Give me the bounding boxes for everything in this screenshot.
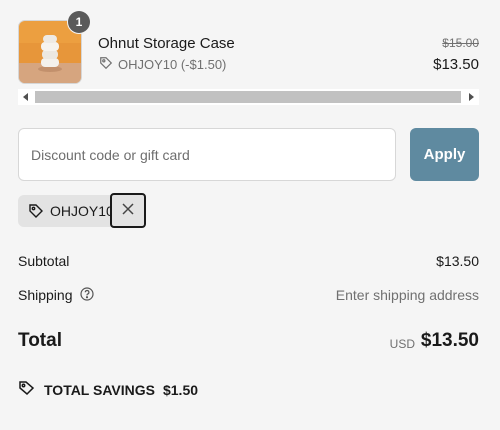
- apply-button[interactable]: Apply: [410, 128, 479, 181]
- savings-value: $1.50: [162, 381, 199, 398]
- product-name: Ohnut Storage Case: [98, 35, 235, 52]
- horizontal-scrollbar[interactable]: [18, 89, 479, 105]
- applied-code-label: OHJOY10: [50, 203, 114, 219]
- scroll-right-icon[interactable]: [463, 89, 479, 105]
- product-discount: OHJOY10 (-$1.50): [99, 56, 226, 73]
- discount-code-input[interactable]: [18, 128, 396, 181]
- close-icon: [122, 202, 134, 220]
- final-price: $13.50: [433, 56, 479, 73]
- help-circle-icon[interactable]: [80, 287, 94, 306]
- quantity-badge: 1: [68, 11, 90, 33]
- original-price: $15.00: [442, 36, 479, 50]
- subtotal-label: Subtotal: [18, 253, 70, 269]
- total-currency: USD: [389, 337, 415, 351]
- subtotal-value: $13.50: [436, 253, 479, 269]
- scroll-thumb[interactable]: [35, 91, 461, 103]
- savings-label: TOTAL SAVINGS: [44, 381, 155, 398]
- product-discount-text: OHJOY10 (-$1.50): [118, 57, 227, 72]
- total-amount: $13.50: [420, 330, 479, 351]
- tag-icon: [28, 203, 44, 224]
- tag-icon: [99, 56, 113, 73]
- savings-tag-icon: [18, 380, 36, 399]
- shipping-label: Shipping: [18, 287, 73, 303]
- total-savings: TOTAL SAVINGS $1.50: [18, 380, 198, 399]
- scroll-left-icon[interactable]: [18, 89, 34, 105]
- total-label: Total: [18, 330, 62, 351]
- shipping-value: Enter shipping address: [335, 287, 479, 303]
- remove-code-button[interactable]: [110, 193, 146, 228]
